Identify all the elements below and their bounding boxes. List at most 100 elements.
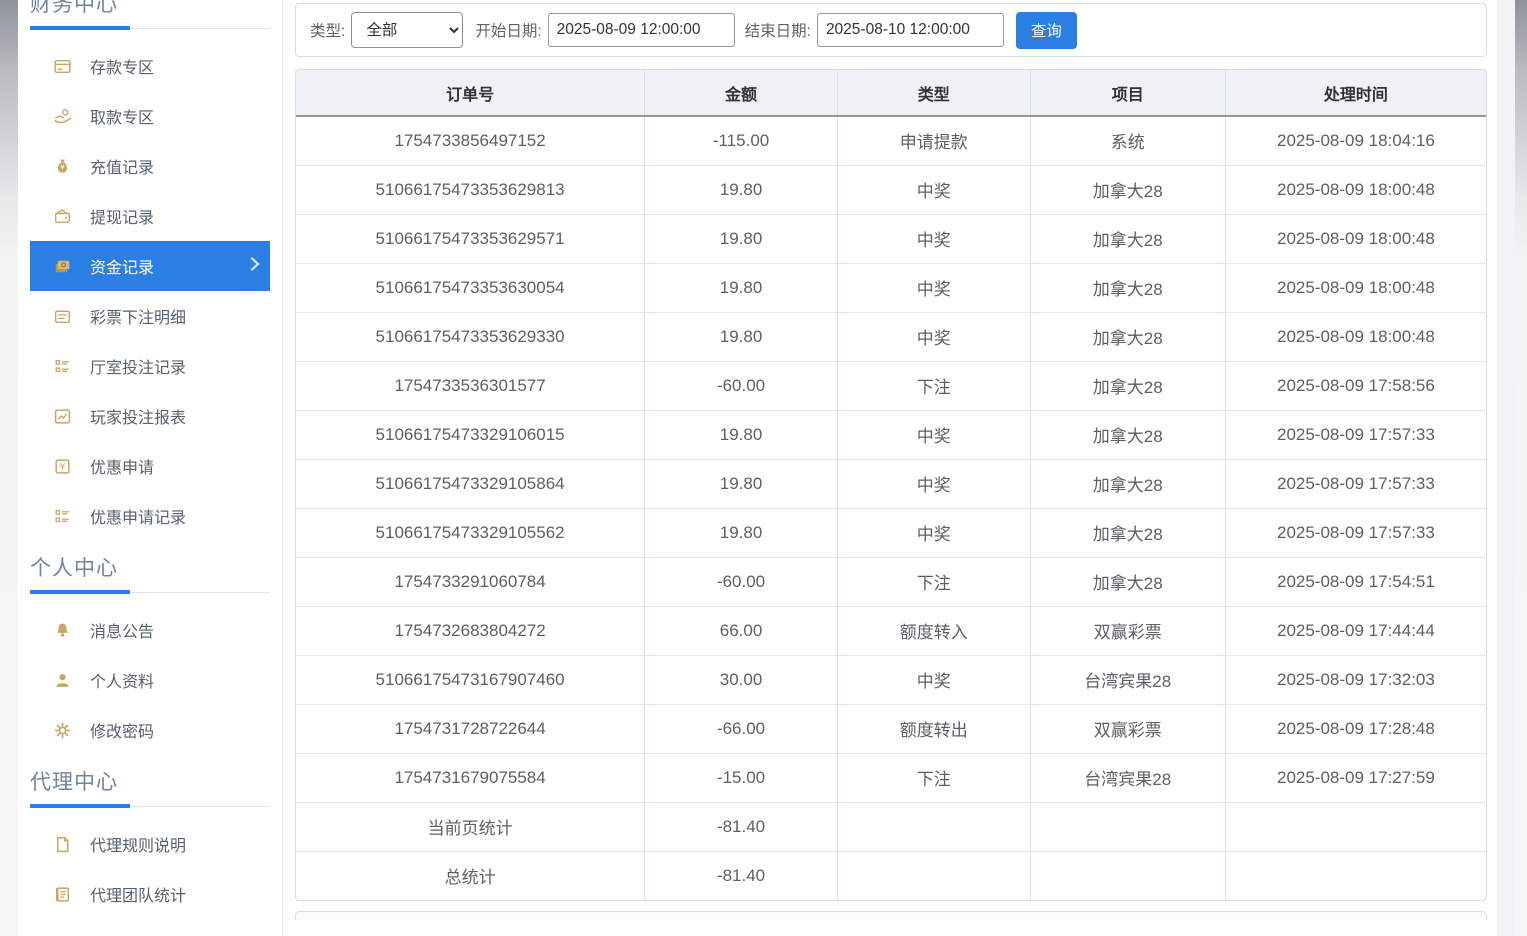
sidebar-item-label: 消息公告	[90, 618, 154, 642]
table-cell: 19.80	[645, 459, 838, 508]
table-cell: 1754731679075584	[296, 753, 645, 802]
table-row: 5106617547335363005419.80中奖加拿大282025-08-…	[296, 263, 1486, 312]
table-cell: 加拿大28	[1030, 508, 1225, 557]
table-cell: 51066175473329105562	[296, 508, 645, 557]
table-cell: 下注	[837, 753, 1030, 802]
table-cell	[837, 802, 1030, 851]
sidebar-item-label: 修改密码	[90, 718, 154, 742]
table-cell: 51066175473353629330	[296, 312, 645, 361]
table-cell	[837, 851, 1030, 900]
table-cell: 下注	[837, 557, 1030, 606]
table-cell: 总统计	[296, 851, 645, 900]
sidebar-item-hall-bet-records[interactable]: 厅室投注记录	[30, 341, 270, 391]
end-date-input[interactable]	[817, 13, 1004, 47]
filter-bar: 类型: 全部 开始日期: 结束日期: 查询	[295, 3, 1487, 57]
table-row: 5106617547335362933019.80中奖加拿大282025-08-…	[296, 312, 1486, 361]
end-date-label: 结束日期:	[745, 19, 811, 41]
table-cell: 中奖	[837, 214, 1030, 263]
table-cell: 19.80	[645, 165, 838, 214]
table-cell: 加拿大28	[1030, 410, 1225, 459]
sidebar-item-promo-application-records[interactable]: 优惠申请记录	[30, 491, 270, 541]
table-cell: -81.40	[645, 802, 838, 851]
svg-text:¥: ¥	[60, 163, 65, 171]
sidebar-item-withdrawal-zone[interactable]: 取款专区	[30, 91, 270, 141]
summary-row: 总统计-81.40	[296, 851, 1486, 900]
checklist-icon	[52, 356, 72, 376]
table-cell: -60.00	[645, 361, 838, 410]
svg-text:¥: ¥	[59, 462, 65, 472]
table-cell: 2025-08-09 17:57:33	[1225, 410, 1486, 459]
table-cell: 19.80	[645, 214, 838, 263]
table-cell: 额度转出	[837, 704, 1030, 753]
money-bag-icon: ¥	[52, 156, 72, 176]
table-cell: 加拿大28	[1030, 361, 1225, 410]
table-cell: 2025-08-09 17:58:56	[1225, 361, 1486, 410]
search-button[interactable]: 查询	[1016, 12, 1077, 49]
sidebar-item-fund-records[interactable]: 资金记录	[30, 241, 270, 291]
table-cell: 双赢彩票	[1030, 606, 1225, 655]
user-icon	[52, 670, 72, 690]
sidebar-item-label: 玩家投注报表	[90, 404, 186, 428]
page: 财务中心 存款专区 取款专区 ¥ 充值记录 提现记录	[0, 0, 1527, 936]
sidebar-item-agent-team-stats[interactable]: 代理团队统计	[30, 869, 270, 919]
sidebar-item-label: 资金记录	[90, 254, 154, 278]
main-right-margin	[1497, 0, 1515, 936]
table-row: 1754731679075584-15.00下注台湾宾果282025-08-09…	[296, 753, 1486, 802]
sidebar-item-lottery-bet-details[interactable]: 彩票下注明细	[30, 291, 270, 341]
type-filter-select[interactable]: 全部	[351, 12, 463, 48]
page-edge-gradient-right	[1515, 0, 1527, 936]
sidebar-item-label: 充值记录	[90, 154, 154, 178]
table-cell: 19.80	[645, 263, 838, 312]
sidebar-item-recharge-records[interactable]: ¥ 充值记录	[30, 141, 270, 191]
gear-icon	[52, 720, 72, 740]
table-row: 1754731728722644-66.00额度转出双赢彩票2025-08-09…	[296, 704, 1486, 753]
sidebar-item-label: 彩票下注明细	[90, 304, 186, 328]
column-header-project: 项目	[1030, 70, 1225, 116]
report-book-icon	[52, 884, 72, 904]
table-cell: -15.00	[645, 753, 838, 802]
sidebar-item-messages[interactable]: 消息公告	[30, 605, 270, 655]
table-cell: 中奖	[837, 263, 1030, 312]
column-header-time: 处理时间	[1225, 70, 1486, 116]
table-cell: 1754733856497152	[296, 116, 645, 165]
table-cell: 30.00	[645, 655, 838, 704]
table-cell: 2025-08-09 18:00:48	[1225, 312, 1486, 361]
start-date-input[interactable]	[548, 13, 735, 47]
sidebar-item-player-bet-report[interactable]: 玩家投注报表	[30, 391, 270, 441]
sidebar-item-label: 代理规则说明	[90, 832, 186, 856]
table-row: 175473268380427266.00额度转入双赢彩票2025-08-09 …	[296, 606, 1486, 655]
column-header-amount: 金额	[645, 70, 838, 116]
table-cell: 51066175473353630054	[296, 263, 645, 312]
sidebar-item-promo-application[interactable]: ¥ 优惠申请	[30, 441, 270, 491]
sidebar-item-profile[interactable]: 个人资料	[30, 655, 270, 705]
table-cell: 51066175473353629571	[296, 214, 645, 263]
sidebar-section-title-personal: 个人中心	[30, 555, 282, 583]
table-cell: 加拿大28	[1030, 263, 1225, 312]
wallet-icon	[52, 206, 72, 226]
table-cell: 系统	[1030, 116, 1225, 165]
table-row: 1754733536301577-60.00下注加拿大282025-08-09 …	[296, 361, 1486, 410]
table-cell: 1754731728722644	[296, 704, 645, 753]
sidebar-item-withdrawal-records[interactable]: 提现记录	[30, 191, 270, 241]
table-cell	[1030, 802, 1225, 851]
table-row: 5106617547335362957119.80中奖加拿大282025-08-…	[296, 214, 1486, 263]
table-cell: 66.00	[645, 606, 838, 655]
table-cell: -115.00	[645, 116, 838, 165]
bank-cards-icon	[52, 256, 72, 276]
table-cell: 加拿大28	[1030, 214, 1225, 263]
table-cell: 额度转入	[837, 606, 1030, 655]
table-cell: 申请提款	[837, 116, 1030, 165]
chevron-right-icon	[250, 257, 260, 271]
table-cell: 中奖	[837, 312, 1030, 361]
start-date-label: 开始日期:	[475, 19, 541, 41]
table-cell: 2025-08-09 18:04:16	[1225, 116, 1486, 165]
sidebar-item-agent-rules[interactable]: 代理规则说明	[30, 819, 270, 869]
table-cell: 2025-08-09 18:00:48	[1225, 165, 1486, 214]
hand-coin-icon	[52, 106, 72, 126]
sidebar-item-deposit-zone[interactable]: 存款专区	[30, 41, 270, 91]
table-cell: 2025-08-09 17:27:59	[1225, 753, 1486, 802]
sidebar-item-label: 代理团队统计	[90, 882, 186, 906]
chart-report-icon	[52, 406, 72, 426]
sidebar-item-change-password[interactable]: 修改密码	[30, 705, 270, 755]
table-row: 1754733291060784-60.00下注加拿大282025-08-09 …	[296, 557, 1486, 606]
